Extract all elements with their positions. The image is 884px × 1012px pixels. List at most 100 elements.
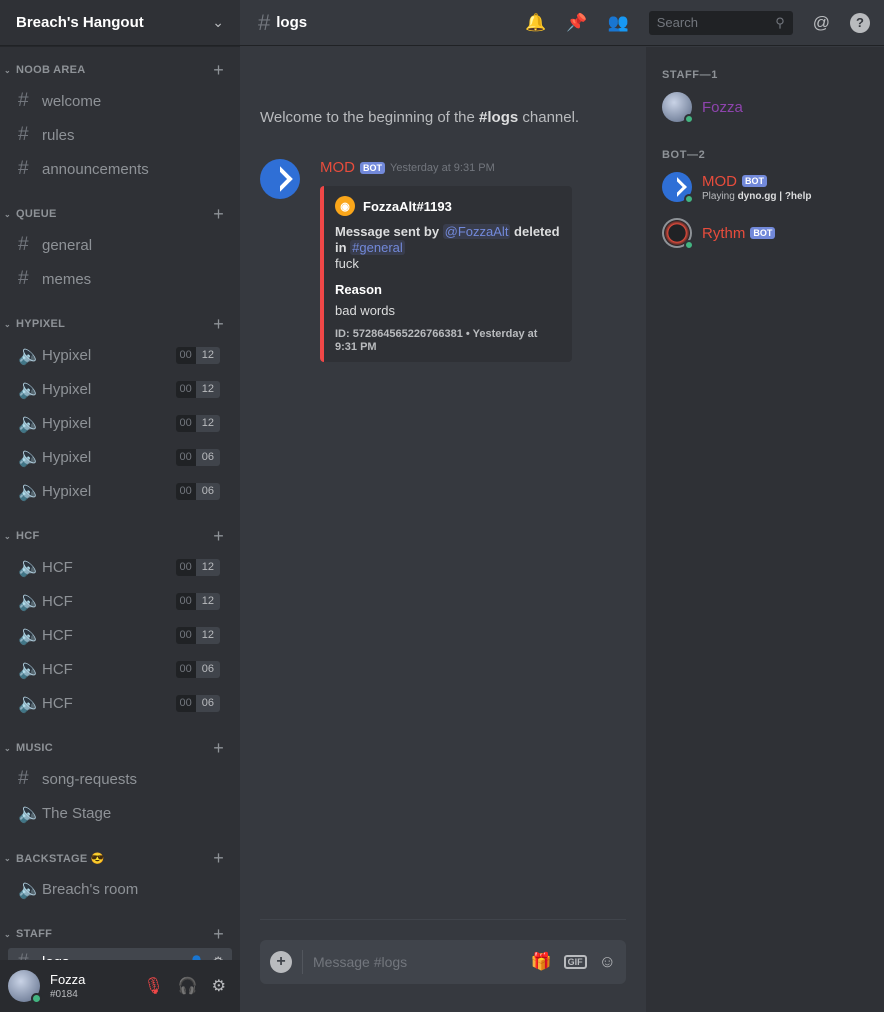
member-item[interactable]: Fozza [646, 87, 884, 127]
channel-title: logs [276, 14, 308, 31]
collapse-arrow-icon: ⌄ [4, 209, 12, 219]
channel-item[interactable]: # rules [0, 118, 232, 152]
channel-item[interactable]: # general [0, 228, 232, 262]
channel-item[interactable]: 🔈 Hypixel 00 12 [0, 372, 232, 406]
online-status-icon [684, 114, 694, 124]
channel-name: Breach's room [42, 880, 139, 898]
bell-icon[interactable]: 🔔 [525, 13, 546, 33]
collapse-arrow-icon: ⌄ [4, 531, 12, 541]
mod-bot-avatar[interactable] [260, 159, 300, 199]
channel-name: announcements [42, 160, 149, 178]
pin-icon[interactable]: 📌 [566, 13, 587, 33]
channel-name: song-requests [42, 770, 138, 788]
avatar[interactable] [8, 970, 42, 1004]
channel-item[interactable]: 🔈 HCF 00 06 [0, 652, 232, 686]
user-count: 00 [175, 448, 196, 466]
channel-item[interactable]: 🔈 HCF 00 12 [0, 550, 232, 584]
category-name: BACKSTAGE 😎 [16, 852, 105, 865]
user-limit-badge: 00 06 [175, 694, 220, 712]
channel-item[interactable]: # welcome [0, 84, 232, 118]
member-list: STAFF—1 Fozza BOT—2 MOD BOT Playing dyno.gg |… [646, 47, 884, 1012]
mention-icon[interactable]: @ [813, 13, 830, 33]
channel-item[interactable]: 🔈 Breach's room [0, 872, 232, 906]
add-channel-icon[interactable]: + [213, 204, 224, 225]
settings-gear-icon[interactable]: ⚙ [212, 976, 226, 996]
category-name: QUEUE [16, 208, 57, 220]
category-name: MUSIC [16, 742, 53, 754]
headphones-icon[interactable]: 🎧 [178, 976, 198, 996]
member-avatar [662, 172, 694, 204]
dyno-logo-icon [267, 166, 293, 192]
member-list-icon[interactable]: 👥 [608, 13, 629, 33]
user-count: 00 [175, 380, 196, 398]
channel-item[interactable]: 🔈 Hypixel 00 12 [0, 406, 232, 440]
help-icon[interactable]: ? [850, 12, 870, 33]
category-header[interactable]: ⌄ NOOB AREA + [0, 56, 240, 84]
category-header[interactable]: ⌄ HYPIXEL + [0, 310, 240, 338]
channel-item[interactable]: 🔈 HCF 00 06 [0, 686, 232, 720]
hash-icon: # [18, 268, 29, 289]
username: Fozza [50, 972, 86, 987]
message: MOD BOT Yesterday at 9:31 PM ◉ FozzaAlt#… [260, 159, 630, 362]
channel-item[interactable]: 🔈 Hypixel 00 06 [0, 474, 232, 508]
channel-mention[interactable]: #general [350, 240, 405, 255]
add-channel-icon[interactable]: + [213, 738, 224, 759]
message-input[interactable] [313, 954, 531, 970]
speaker-icon: 🔈 [18, 379, 42, 400]
search-placeholder: Search [656, 15, 698, 30]
emoji-icon[interactable]: ☺ [599, 952, 616, 972]
add-channel-icon[interactable]: + [213, 60, 224, 81]
add-channel-icon[interactable]: + [213, 314, 224, 335]
user-limit: 06 [195, 694, 220, 712]
channel-item[interactable]: 🔈 HCF 00 12 [0, 584, 232, 618]
category-header[interactable]: ⌄ MUSIC + [0, 734, 240, 762]
channel-name: HCF [42, 660, 73, 678]
user-limit-badge: 00 12 [175, 414, 220, 432]
user-limit: 06 [195, 660, 220, 678]
welcome-channel: #logs [479, 109, 519, 126]
dyno-logo-icon [667, 177, 687, 197]
channel-item[interactable]: 🔈 The Stage [0, 796, 232, 830]
add-channel-icon[interactable]: + [213, 526, 224, 547]
channel-item[interactable]: # memes [0, 262, 232, 296]
channel-name: rules [42, 126, 75, 144]
member-item[interactable]: MOD BOT Playing dyno.gg | ?help [646, 167, 884, 207]
channel-item[interactable]: 🔈 Hypixel 00 12 [0, 338, 232, 372]
message-author[interactable]: MOD [320, 159, 355, 176]
channel-item[interactable]: 🔈 Hypixel 00 06 [0, 440, 232, 474]
channel-name: HCF [42, 592, 73, 610]
user-count: 00 [175, 660, 196, 678]
chevron-down-icon[interactable]: ⌄ [212, 14, 224, 31]
chat-header: # logs 🔔 📌 👥 Search ⚲ @ ? [240, 0, 884, 46]
category-name: HYPIXEL [16, 318, 66, 330]
gift-icon[interactable]: 🎁 [530, 952, 551, 972]
user-limit-badge: 00 12 [175, 558, 220, 576]
mute-microphone-icon[interactable]: 🎙 [143, 976, 163, 996]
embed-footer: ID: 572864565226766381 • Yesterday at 9:… [335, 328, 538, 353]
collapse-arrow-icon: ⌄ [4, 743, 12, 753]
user-mention[interactable]: @FozzaAlt [442, 224, 511, 239]
embed-description: Message sent by @FozzaAlt deleted in #ge… [335, 224, 560, 272]
channel-item[interactable]: # announcements [0, 152, 232, 186]
category-header[interactable]: ⌄ HCF + [0, 522, 240, 550]
server-header[interactable]: Breach's Hangout ⌄ [0, 0, 240, 46]
user-limit: 06 [195, 448, 220, 466]
member-group-title: BOT—2 [662, 149, 706, 161]
category-header[interactable]: ⌄ BACKSTAGE 😎 + [0, 844, 240, 872]
channel-name: Hypixel [42, 414, 92, 432]
category-header[interactable]: ⌄ STAFF + [0, 920, 240, 948]
user-count: 00 [175, 346, 196, 364]
add-channel-icon[interactable]: + [213, 924, 224, 945]
speaker-icon: 🔈 [18, 413, 42, 434]
add-channel-icon[interactable]: + [213, 848, 224, 869]
member-item[interactable]: Rythm BOT [646, 213, 884, 253]
message-embed: ◉ FozzaAlt#1193 Message sent by @FozzaAl… [320, 186, 572, 362]
category-header[interactable]: ⌄ QUEUE + [0, 200, 240, 228]
user-limit: 12 [195, 592, 220, 610]
channel-item[interactable]: 🔈 HCF 00 12 [0, 618, 232, 652]
gif-icon[interactable]: GIF [563, 955, 587, 969]
search-input[interactable]: Search ⚲ [648, 10, 793, 35]
channel-item[interactable]: # song-requests [0, 762, 232, 796]
upload-plus-icon[interactable]: + [270, 951, 292, 973]
speaker-icon: 🔈 [18, 591, 42, 612]
